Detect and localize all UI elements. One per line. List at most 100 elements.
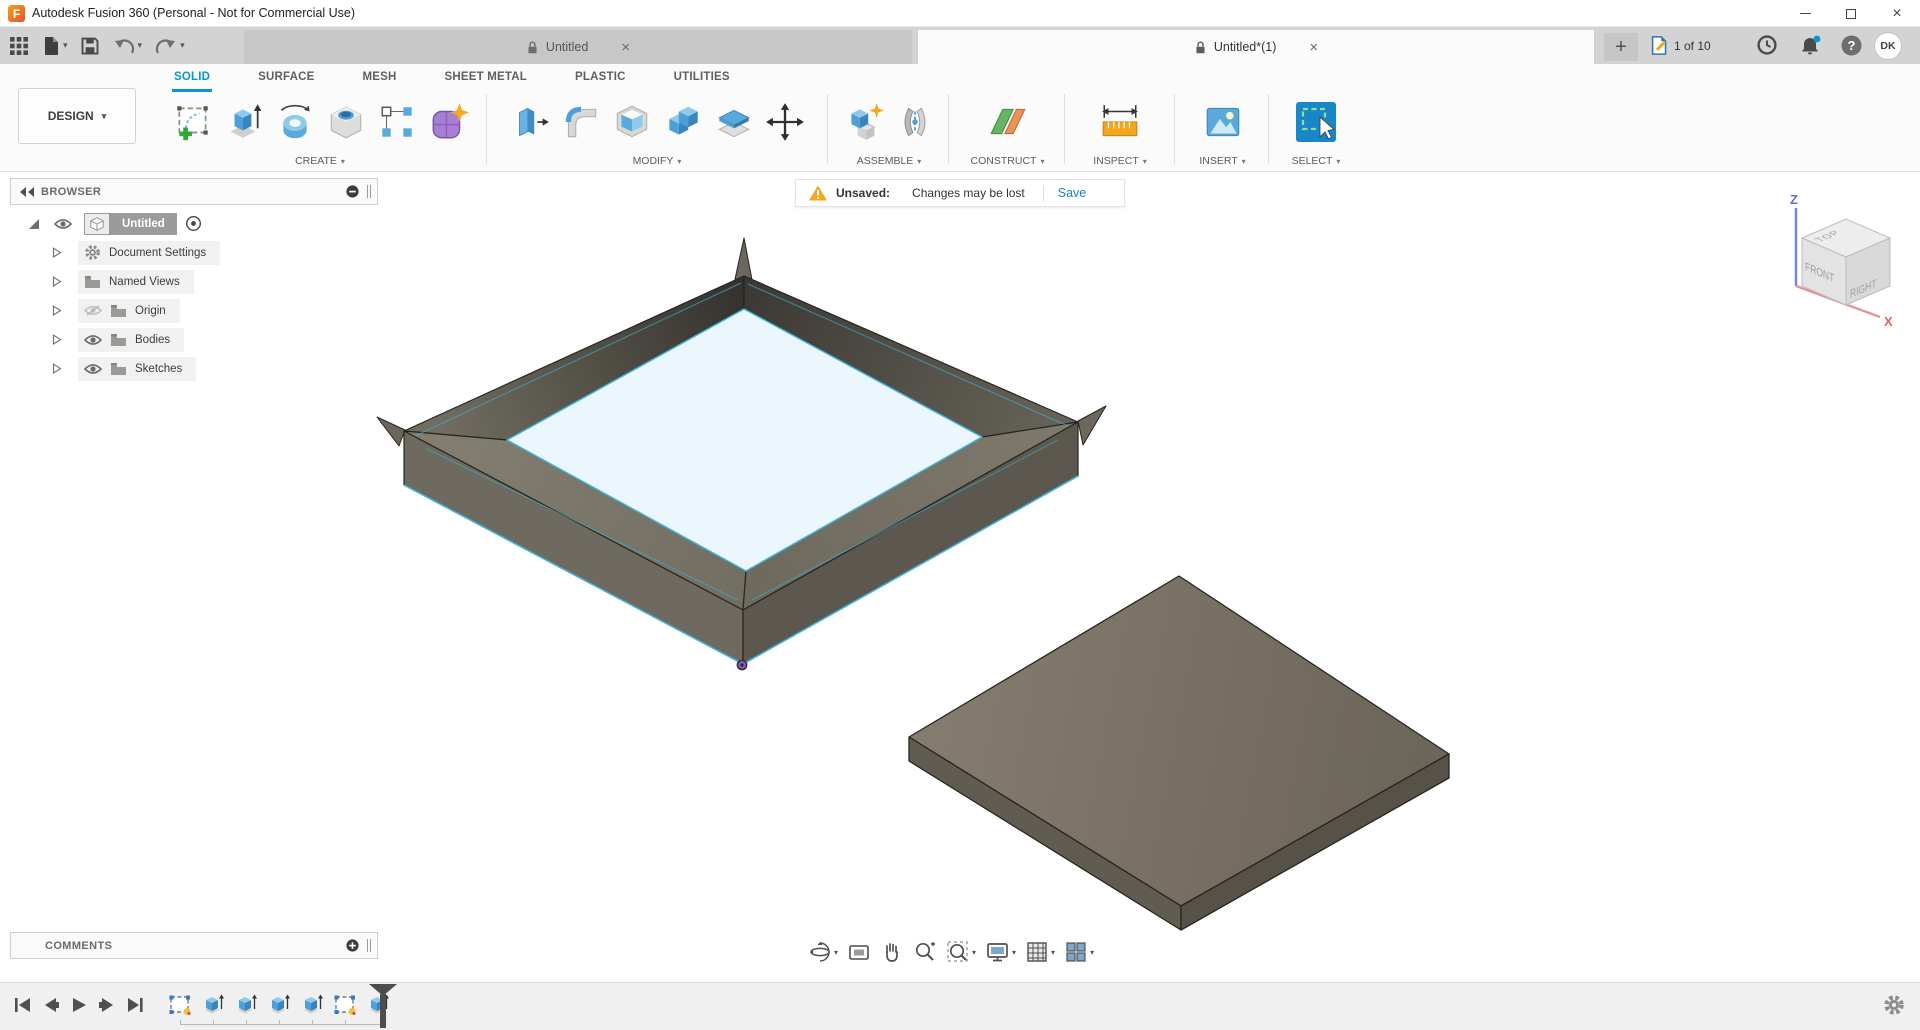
combine-button[interactable] xyxy=(659,96,707,148)
body-flat-plate[interactable] xyxy=(909,576,1449,930)
redo-button[interactable]: ▾ xyxy=(151,34,188,58)
eye-hidden-icon[interactable] xyxy=(84,304,102,317)
hole-button[interactable] xyxy=(322,96,370,148)
timeline-go-to-end-button[interactable] xyxy=(124,995,146,1015)
tab-close-icon[interactable]: × xyxy=(1309,39,1318,56)
plus-circle-icon[interactable] xyxy=(345,938,360,953)
browser-row-sketches[interactable]: Sketches xyxy=(10,354,220,383)
browser-root-label[interactable]: Untitled xyxy=(110,213,177,235)
timeline-feature-extrude[interactable] xyxy=(267,993,291,1017)
document-tab-untitled[interactable]: Untitled × xyxy=(244,30,912,64)
component-cube-icon[interactable] xyxy=(84,213,110,235)
tab-utilities[interactable]: UTILITIES xyxy=(672,68,732,92)
new-document-button[interactable]: + xyxy=(1604,33,1638,61)
help-button[interactable]: ? xyxy=(1840,34,1863,62)
browser-row-named-views[interactable]: Named Views xyxy=(10,267,220,296)
view-cube[interactable]: Z X TOP FRONT RIGHT xyxy=(1772,186,1920,336)
construct-plane-button[interactable] xyxy=(984,96,1032,148)
panel-resize-grip[interactable] xyxy=(367,939,371,952)
timeline-feature-extrude[interactable] xyxy=(201,993,225,1017)
timeline-playhead-bar[interactable] xyxy=(380,994,386,1028)
notifications-button[interactable] xyxy=(1798,34,1822,63)
timeline-feature-extrude[interactable] xyxy=(234,993,258,1017)
grid-caret-icon[interactable]: ▾ xyxy=(1051,948,1055,957)
group-label-inspect[interactable]: INSPECT▾ xyxy=(1093,152,1147,170)
insert-image-button[interactable] xyxy=(1199,96,1247,148)
viewports-button[interactable]: ▾ xyxy=(1064,940,1094,964)
expand-triangle-icon[interactable] xyxy=(50,362,64,376)
tab-mesh[interactable]: MESH xyxy=(361,68,399,92)
fillet-button[interactable] xyxy=(557,96,605,148)
expand-triangle-icon[interactable] xyxy=(50,304,64,318)
create-sketch-button[interactable] xyxy=(169,96,217,148)
collapse-panel-icon[interactable] xyxy=(19,186,35,198)
comments-panel-header[interactable]: COMMENTS xyxy=(10,932,378,959)
grid-snaps-button[interactable]: ▾ xyxy=(1025,940,1055,964)
move-copy-button[interactable] xyxy=(761,96,809,148)
timeline-go-to-start-button[interactable] xyxy=(12,995,34,1015)
tab-solid[interactable]: SOLID xyxy=(172,68,212,92)
expand-triangle-icon[interactable] xyxy=(50,275,64,289)
create-form-button[interactable] xyxy=(424,96,472,148)
pattern-button[interactable] xyxy=(373,96,421,148)
workspace-selector-design[interactable]: DESIGN▾ xyxy=(18,88,136,144)
app-grid-button[interactable] xyxy=(6,34,32,58)
save-button[interactable] xyxy=(77,34,103,58)
browser-row-document-settings[interactable]: Document Settings xyxy=(10,238,220,267)
timeline-feature-sketch[interactable] xyxy=(333,993,357,1017)
panel-resize-grip[interactable] xyxy=(367,185,371,198)
look-at-button[interactable] xyxy=(847,940,871,964)
shell-button[interactable] xyxy=(608,96,656,148)
expand-triangle-icon[interactable] xyxy=(50,246,64,260)
document-tab-untitled-1[interactable]: Untitled*(1) × xyxy=(918,30,1594,64)
tab-surface[interactable]: SURFACE xyxy=(256,68,316,92)
orbit-button[interactable]: ▾ xyxy=(808,940,838,964)
orbit-caret-icon[interactable]: ▾ xyxy=(834,948,838,957)
timeline-settings-button[interactable] xyxy=(1882,993,1906,1022)
maximize-button[interactable] xyxy=(1828,0,1874,27)
minimize-button[interactable] xyxy=(1782,0,1828,27)
file-menu-button[interactable]: ▾ xyxy=(38,33,71,59)
group-label-modify[interactable]: MODIFY▾ xyxy=(633,152,682,170)
undo-button[interactable]: ▾ xyxy=(109,34,146,58)
display-settings-caret-icon[interactable]: ▾ xyxy=(1012,948,1016,957)
documents-counter[interactable]: 1 of 10 xyxy=(1650,35,1711,56)
select-tool-button[interactable] xyxy=(1292,96,1340,148)
activate-radio-icon[interactable] xyxy=(185,215,202,232)
timeline-feature-sketch[interactable] xyxy=(168,993,192,1017)
extrude-button[interactable] xyxy=(220,96,268,148)
measure-button[interactable] xyxy=(1096,96,1144,148)
timeline-feature-extrude[interactable] xyxy=(300,993,324,1017)
job-status-button[interactable] xyxy=(1756,34,1778,61)
browser-row-bodies[interactable]: Bodies xyxy=(10,325,220,354)
eye-visible-icon[interactable] xyxy=(84,334,102,346)
eye-visible-icon[interactable] xyxy=(54,218,72,230)
tab-close-icon[interactable]: × xyxy=(621,39,630,56)
revolve-button[interactable] xyxy=(271,96,319,148)
zoom-window-caret-icon[interactable]: ▾ xyxy=(972,948,976,957)
close-button[interactable]: × xyxy=(1874,0,1920,27)
eye-visible-icon[interactable] xyxy=(84,363,102,375)
group-label-create[interactable]: CREATE▾ xyxy=(295,152,345,170)
user-avatar[interactable]: DK xyxy=(1874,32,1902,60)
press-pull-button[interactable] xyxy=(506,96,554,148)
pan-button[interactable] xyxy=(880,940,904,964)
tab-plastic[interactable]: PLASTIC xyxy=(573,68,628,92)
body-tray-frame[interactable] xyxy=(377,238,1106,664)
group-label-assemble[interactable]: ASSEMBLE▾ xyxy=(857,152,922,170)
minus-circle-icon[interactable] xyxy=(345,184,360,199)
timeline-step-back-button[interactable] xyxy=(40,995,62,1015)
timeline-feature-extrude[interactable] xyxy=(366,993,390,1017)
timeline-play-button[interactable] xyxy=(68,995,90,1015)
new-component-button[interactable] xyxy=(840,96,888,148)
save-link[interactable]: Save xyxy=(1058,186,1087,200)
viewports-caret-icon[interactable]: ▾ xyxy=(1090,948,1094,957)
zoom-button[interactable] xyxy=(913,940,937,964)
origin-point[interactable] xyxy=(737,660,746,669)
browser-row-origin[interactable]: Origin xyxy=(10,296,220,325)
expand-triangle-icon[interactable] xyxy=(26,216,42,232)
browser-row-root[interactable]: Untitled xyxy=(10,209,220,238)
joint-button[interactable] xyxy=(891,96,939,148)
timeline-step-forward-button[interactable] xyxy=(96,995,118,1015)
group-label-insert[interactable]: INSERT▾ xyxy=(1199,152,1245,170)
